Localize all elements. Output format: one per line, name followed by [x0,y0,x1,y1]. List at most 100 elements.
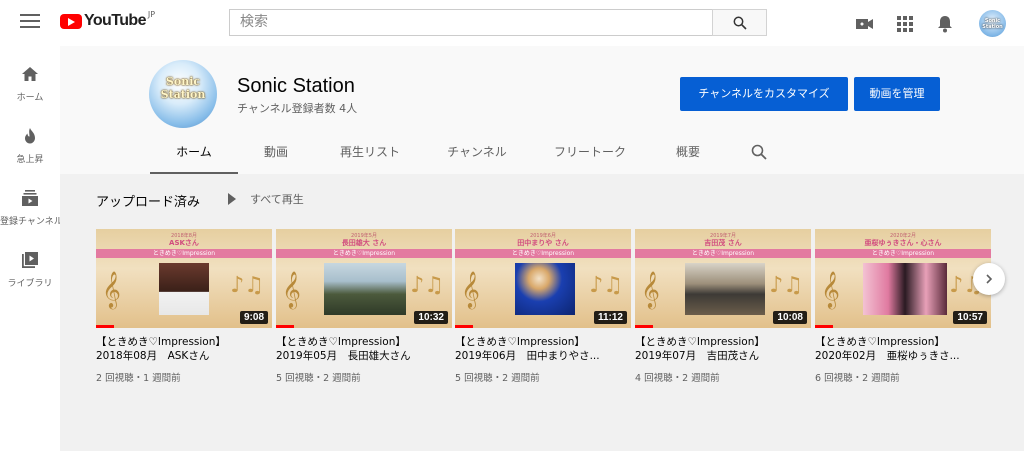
artist-photo [159,263,209,315]
video-card[interactable]: 2018年8月 ASKさん ときめき♡Impression 𝄞 ♪♫ 9:08 … [96,229,272,384]
channel-avatar: Sonic Station [149,60,217,128]
tab-home[interactable]: ホーム [150,134,238,174]
music-notes-icon: ♪♫ [230,273,264,298]
music-notes-icon: ♪♫ [589,273,623,298]
thumbnail-band: ときめき♡Impression [635,249,811,258]
treble-clef-icon: 𝄞 [821,270,840,308]
video-meta: 5 回視聴・2 週間前 [276,373,361,384]
treble-clef-icon: 𝄞 [282,270,301,308]
subscriber-count: チャンネル登録者数 4人 [237,102,358,115]
home-icon [22,67,38,81]
thumbnail-band: ときめき♡Impression [455,249,631,258]
video-meta: 5 回視聴・2 週間前 [455,373,540,384]
apps-grid-icon[interactable] [893,12,917,36]
shelf-title[interactable]: アップロード済み [96,191,200,210]
watch-progress-bar [276,325,294,328]
play-all-button[interactable]: すべて再生 [228,191,304,207]
thumbnail-band: ときめき♡Impression [276,249,452,258]
tab-channels[interactable]: チャンネル [426,134,528,174]
thumbnail-artist: ASKさん [169,239,199,247]
channel-avatar-text: Sonic Station [160,75,206,101]
video-duration: 10:32 [414,311,448,324]
music-notes-icon: ♪♫ [410,273,444,298]
create-video-icon[interactable] [853,12,877,36]
youtube-play-icon [60,13,82,29]
video-title[interactable]: 【ときめき♡Impression】 2019年06月 田中まりやさ... [455,335,631,363]
thumbnail-band: ときめき♡Impression [815,249,991,258]
sidebar-item-subscriptions[interactable]: 登録チャンネル [0,188,63,227]
sidebar-item-label: ライブラリ [7,279,53,289]
thumbnail-artist: 亜桜ゆぅきさん・心さん [864,239,942,247]
thumbnail-artist: 田中まりや さん [517,239,569,247]
music-notes-icon: ♪♫ [769,273,803,298]
hamburger-menu-icon[interactable] [20,14,40,32]
library-icon [22,252,38,268]
video-duration: 10:57 [953,311,987,324]
video-thumbnail[interactable]: 2019年7月 吉田茂 さん ときめき♡Impression 𝄞 ♪♫ 10:0… [635,229,811,328]
video-thumbnail[interactable]: 2020年2月 亜桜ゆぅきさん・心さん ときめき♡Impression 𝄞 ♪♫… [815,229,991,328]
video-meta: 2 回視聴・1 週間前 [96,373,181,384]
sidebar: ホーム 急上昇 登録チャンネル ライブラリ [0,46,63,451]
tab-free-talk[interactable]: フリートーク [528,134,652,174]
tab-about[interactable]: 概要 [652,134,724,174]
logo-region: JP [147,9,156,19]
watch-progress-bar [96,325,114,328]
thumbnail-band: ときめき♡Impression [96,249,272,258]
sidebar-item-library[interactable]: ライブラリ [0,250,60,289]
video-card[interactable]: 2019年7月 吉田茂 さん ときめき♡Impression 𝄞 ♪♫ 10:0… [635,229,811,384]
chevron-right-icon [986,274,993,284]
tab-playlists[interactable]: 再生リスト [314,134,426,174]
video-thumbnail[interactable]: 2019年5月 長田雄大 さん ときめき♡Impression 𝄞 ♪♫ 10:… [276,229,452,328]
manage-videos-button[interactable]: 動画を管理 [854,77,940,111]
top-bar: YouTube JP 検索 Sonic Station [0,0,1024,46]
video-duration: 11:12 [593,311,627,324]
artist-photo [515,263,575,315]
artist-photo [863,263,947,315]
next-arrow-button[interactable] [973,263,1005,295]
channel-search-button[interactable] [744,134,774,170]
sidebar-item-label: 登録チャンネル [0,217,63,227]
thumbnail-artist: 吉田茂 さん [704,239,742,247]
sidebar-item-label: 急上昇 [16,155,44,165]
artist-photo [324,263,406,315]
video-card[interactable]: 2019年5月 長田雄大 さん ときめき♡Impression 𝄞 ♪♫ 10:… [276,229,452,384]
user-avatar-text: Sonic Station [982,17,1003,30]
channel-home-content: アップロード済み すべて再生 2018年8月 ASKさん ときめき♡Impres… [60,174,1024,451]
customize-channel-button[interactable]: チャンネルをカスタマイズ [680,77,848,111]
search-icon [733,16,747,30]
video-thumbnail[interactable]: 2019年6月 田中まりや さん ときめき♡Impression 𝄞 ♪♫ 11… [455,229,631,328]
channel-header: Sonic Station Sonic Station チャンネル登録者数 4人… [60,46,1024,174]
notifications-bell-icon[interactable] [933,12,957,36]
watch-progress-bar [635,325,653,328]
video-title[interactable]: 【ときめき♡Impression】 2019年05月 長田雄大さん [276,335,452,363]
logo-text: YouTube [84,12,146,29]
artist-photo [685,263,765,315]
subscriptions-icon [22,190,38,206]
video-title[interactable]: 【ときめき♡Impression】 2019年07月 吉田茂さん [635,335,811,363]
sidebar-item-home[interactable]: ホーム [0,64,60,103]
search-input[interactable]: 検索 [229,9,712,36]
user-avatar[interactable]: Sonic Station [979,10,1006,37]
thumbnail-artist: 長田雄大 さん [341,239,387,247]
video-thumbnail[interactable]: 2018年8月 ASKさん ときめき♡Impression 𝄞 ♪♫ 9:08 [96,229,272,328]
video-card[interactable]: 2020年2月 亜桜ゆぅきさん・心さん ときめき♡Impression 𝄞 ♪♫… [815,229,991,384]
watch-progress-bar [815,325,833,328]
watch-progress-bar [455,325,473,328]
youtube-logo[interactable]: YouTube JP [60,9,156,30]
treble-clef-icon: 𝄞 [641,270,660,308]
video-card[interactable]: 2019年6月 田中まりや さん ときめき♡Impression 𝄞 ♪♫ 11… [455,229,631,384]
video-title[interactable]: 【ときめき♡Impression】 2018年08月 ASKさん [96,335,272,363]
search-button[interactable] [712,9,767,36]
video-duration: 10:08 [773,311,807,324]
tab-videos[interactable]: 動画 [238,134,314,174]
video-duration: 9:08 [239,311,268,324]
channel-tabs: ホーム 動画 再生リスト チャンネル フリートーク 概要 [150,134,774,174]
play-all-label: すべて再生 [250,193,304,206]
video-title[interactable]: 【ときめき♡Impression】 2020年02月 亜桜ゆぅきさ... [815,335,991,363]
video-meta: 6 回視聴・2 週間前 [815,373,900,384]
sidebar-item-trending[interactable]: 急上昇 [0,126,60,165]
treble-clef-icon: 𝄞 [461,270,480,308]
treble-clef-icon: 𝄞 [102,270,121,308]
trending-icon [25,128,35,144]
search-bar: 検索 [229,9,767,36]
